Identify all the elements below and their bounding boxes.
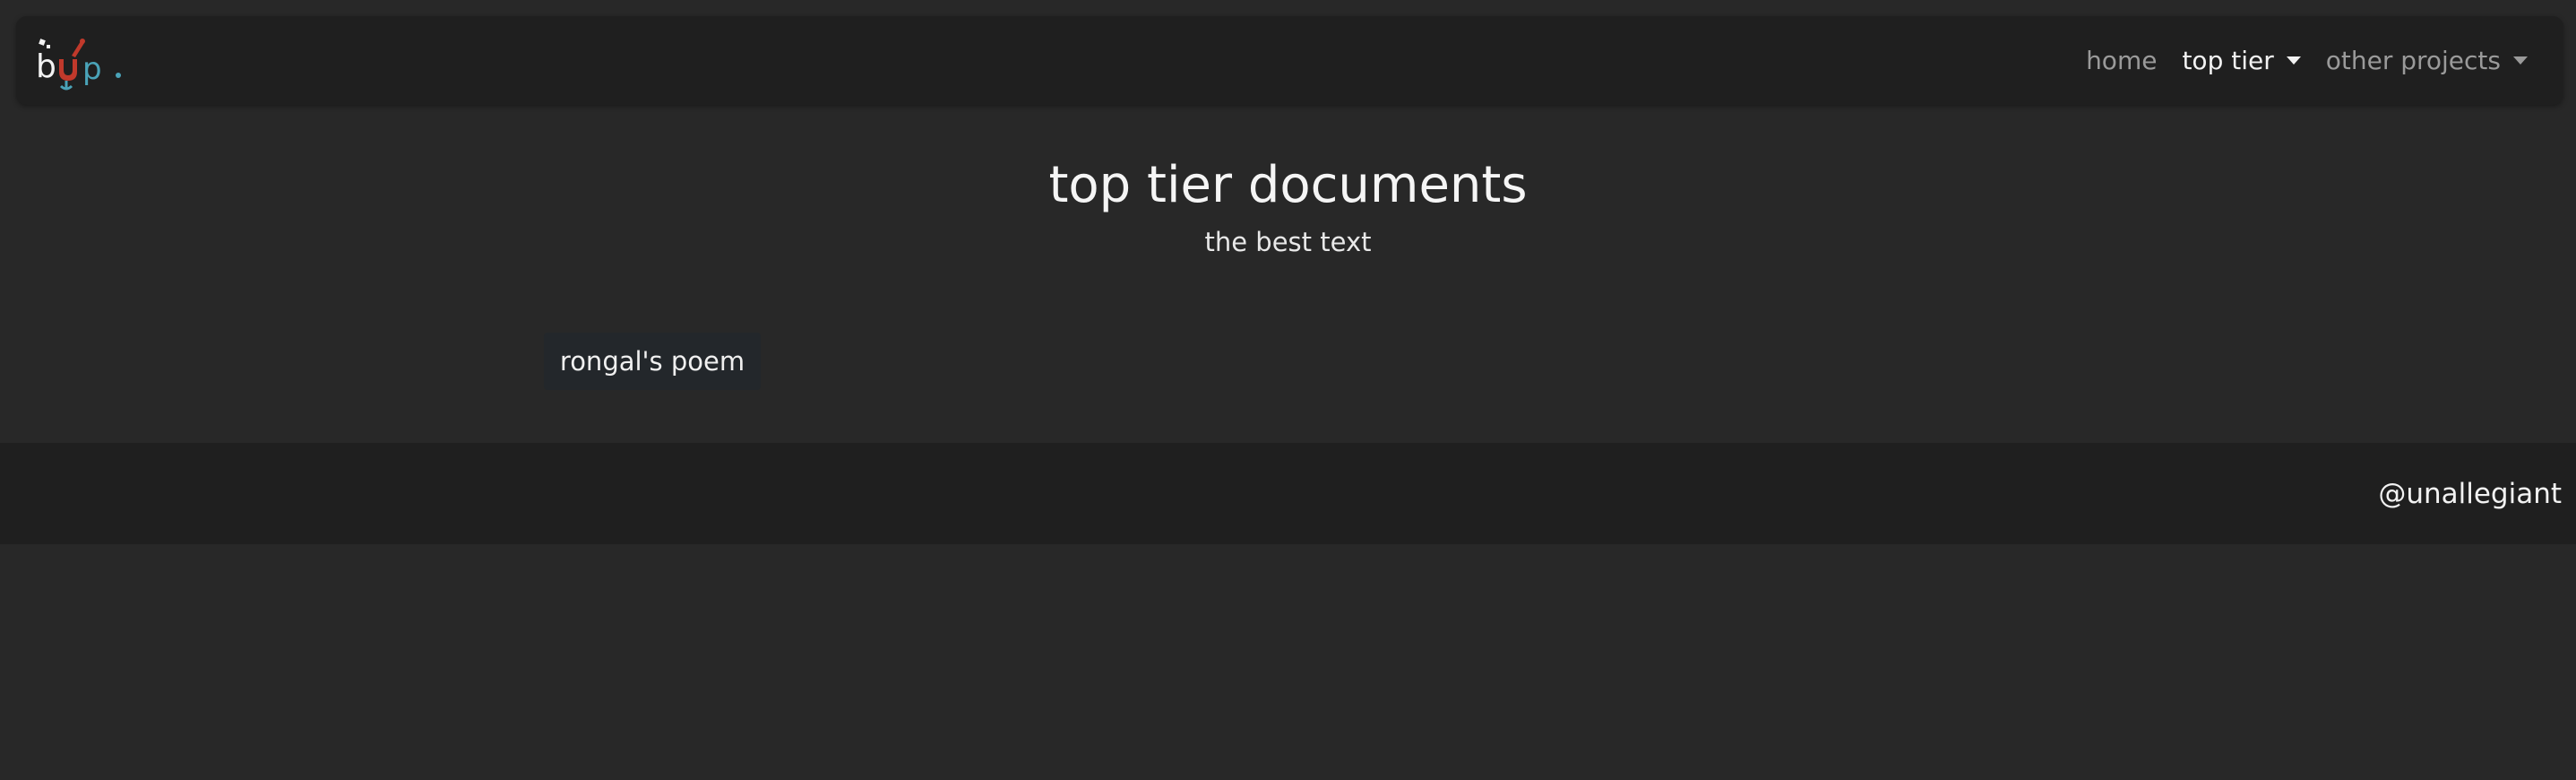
svg-text:p: p <box>82 51 102 87</box>
nav-top-tier-dropdown[interactable]: top tier <box>2182 46 2301 75</box>
nav-home[interactable]: home <box>2086 46 2157 75</box>
page-header: top tier documents the best text <box>0 154 2576 260</box>
footer-handle-label: @unallegiant <box>2378 477 2562 510</box>
caret-down-icon <box>2286 56 2301 65</box>
navbar: b p home top tier other projects <box>16 16 2563 105</box>
nav-top-tier-label: top tier <box>2182 46 2274 75</box>
svg-text:b: b <box>36 48 56 85</box>
caret-down-icon <box>2513 56 2528 65</box>
nav-other-projects-dropdown[interactable]: other projects <box>2326 46 2528 75</box>
nav-links: home top tier other projects <box>2086 16 2528 105</box>
footer-handle-link[interactable]: @unallegiant <box>2378 443 2562 544</box>
footer: @unallegiant <box>0 443 2576 544</box>
document-button-rongals-poem[interactable]: rongal's poem <box>544 333 761 390</box>
document-button-label: rongal's poem <box>559 346 745 377</box>
bup-logo-icon: b p <box>36 39 121 91</box>
nav-home-label: home <box>2086 46 2158 75</box>
page-subtitle: the best text <box>1204 227 1372 257</box>
nav-other-projects-label: other projects <box>2325 46 2501 75</box>
page-title: top tier documents <box>1048 156 1528 214</box>
brand-logo[interactable]: b p <box>32 36 125 91</box>
